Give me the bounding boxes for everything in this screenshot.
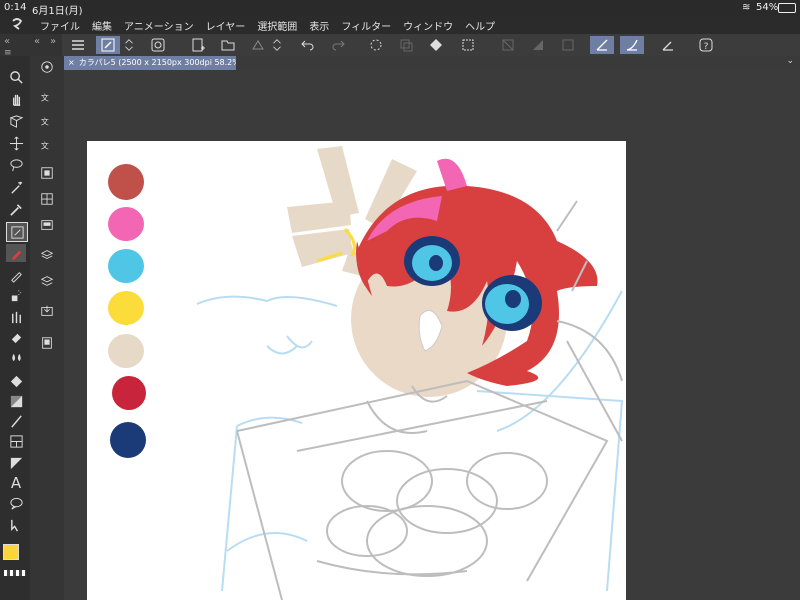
eraser-icon[interactable] — [6, 328, 26, 346]
text-icon[interactable]: A — [6, 474, 26, 492]
stroke-assist-icon[interactable] — [590, 36, 614, 54]
menu-filter[interactable]: フィルター — [341, 18, 391, 33]
battery-percent: 54% — [756, 2, 779, 13]
app-logo-icon[interactable] — [10, 17, 24, 31]
magic-wand-icon[interactable] — [6, 178, 26, 196]
correct-line-icon[interactable] — [6, 516, 26, 534]
help-icon[interactable]: ? — [694, 36, 718, 54]
frame-border-icon[interactable] — [6, 432, 26, 450]
left-panel-header: « « » ≡ — [0, 34, 62, 58]
menu-icon[interactable] — [66, 36, 90, 54]
menu-edit[interactable]: 編集 — [92, 18, 112, 33]
airbrush-icon[interactable] — [6, 286, 26, 304]
loading-icon[interactable] — [364, 36, 388, 54]
status-bar: 0:14 6月1日(月) ≋ 54% — [0, 0, 800, 17]
menu-view[interactable]: 表示 — [309, 18, 329, 33]
collapse-sub-icon[interactable]: « — [34, 36, 40, 47]
close-tab-icon[interactable]: × — [64, 58, 79, 67]
new-file-icon[interactable] — [186, 36, 210, 54]
ruler-icon[interactable] — [656, 36, 680, 54]
blend-icon[interactable] — [6, 348, 26, 366]
clear-icon[interactable] — [496, 36, 520, 54]
hand-icon[interactable] — [6, 90, 26, 108]
tool-panel: A — [0, 56, 30, 600]
save-icon[interactable] — [246, 36, 270, 54]
undo-icon[interactable] — [296, 36, 320, 54]
transparent-color-icon[interactable] — [4, 570, 26, 576]
ruler-tool-icon[interactable] — [6, 454, 26, 472]
chevron-down-icon[interactable]: ⌄ — [786, 56, 794, 66]
balloon-icon[interactable] — [6, 494, 26, 512]
menu-animation[interactable]: アニメーション — [124, 18, 194, 33]
svg-text:文: 文 — [41, 117, 49, 127]
text-layer-icon[interactable]: 文 — [38, 88, 56, 106]
gradient-tool-icon[interactable] — [6, 392, 26, 410]
main-color-swatch[interactable] — [3, 544, 19, 560]
document-tab[interactable]: × カラパレ5 (2500 x 2150px 300dpi 58.2%) — [64, 56, 236, 70]
menu-window[interactable]: ウィンドウ — [403, 18, 453, 33]
eyedropper-icon[interactable] — [6, 200, 26, 218]
layer-icon[interactable] — [38, 272, 56, 290]
color-set-icon[interactable] — [38, 190, 56, 208]
smooth-stroke-icon[interactable] — [620, 36, 644, 54]
redo-icon[interactable] — [326, 36, 350, 54]
status-date: 6月1日(月) — [32, 6, 83, 17]
menu-selection[interactable]: 選択範囲 — [257, 18, 297, 33]
frame-icon[interactable] — [556, 36, 580, 54]
document-tab-title: カラパレ5 (2500 x 2150px 300dpi 58.2%) — [78, 58, 236, 67]
lasso-icon[interactable] — [146, 36, 170, 54]
menu-layer[interactable]: レイヤー — [206, 18, 246, 33]
document-tab-bar: × カラパレ5 (2500 x 2150px 300dpi 58.2%) ⌄ — [64, 56, 800, 70]
figure-icon[interactable] — [6, 412, 26, 430]
open-folder-icon[interactable] — [216, 36, 240, 54]
navigator-icon[interactable] — [38, 216, 56, 234]
brush-tool-icon[interactable] — [96, 36, 120, 54]
expand-sub-icon[interactable]: » — [50, 36, 56, 47]
menu-help[interactable]: ヘルプ — [465, 18, 495, 33]
status-time: 0:14 — [4, 2, 27, 13]
updown2-icon[interactable] — [270, 36, 284, 54]
gradient-icon[interactable] — [526, 36, 550, 54]
history-icon[interactable] — [38, 334, 56, 352]
decoration-icon[interactable] — [6, 308, 26, 326]
illustration-sketch — [196, 146, 624, 600]
updown-icon[interactable] — [122, 36, 136, 54]
menu-file[interactable]: ファイル — [40, 18, 80, 33]
layer-property-icon[interactable] — [38, 164, 56, 182]
object-icon[interactable] — [6, 112, 26, 130]
sub-tool-panel: 文 文 文 — [30, 56, 64, 600]
svg-text:?: ? — [704, 42, 709, 52]
copy-layer-icon[interactable] — [394, 36, 418, 54]
wifi-icon: ≋ — [742, 2, 751, 13]
menu-bar: ファイル 編集 アニメーション レイヤー 選択範囲 表示 フィルター ウィンドウ… — [0, 16, 800, 34]
layer-search-icon[interactable] — [38, 246, 56, 264]
zoom-icon[interactable] — [6, 68, 26, 86]
pencil-icon[interactable] — [6, 266, 26, 284]
sub-tool-search-icon[interactable] — [38, 58, 56, 76]
svg-text:文: 文 — [41, 93, 49, 103]
fill-icon[interactable] — [424, 36, 448, 54]
fill-bucket-icon[interactable] — [6, 372, 26, 390]
material-icon[interactable] — [38, 302, 56, 320]
move-icon[interactable] — [6, 134, 26, 152]
lasso-select-icon[interactable] — [6, 156, 26, 174]
transform-icon[interactable] — [456, 36, 480, 54]
text-ruby-icon[interactable]: 文 — [38, 136, 56, 154]
battery-icon — [778, 3, 796, 13]
collapse-left-icon[interactable]: « — [4, 36, 10, 47]
command-bar: ? — [62, 34, 800, 57]
pen-select-icon[interactable] — [6, 222, 28, 242]
drawing-canvas[interactable] — [87, 141, 626, 600]
pen-icon[interactable] — [6, 244, 26, 262]
svg-text:文: 文 — [41, 141, 49, 151]
text-settings-icon[interactable]: 文 — [38, 112, 56, 130]
